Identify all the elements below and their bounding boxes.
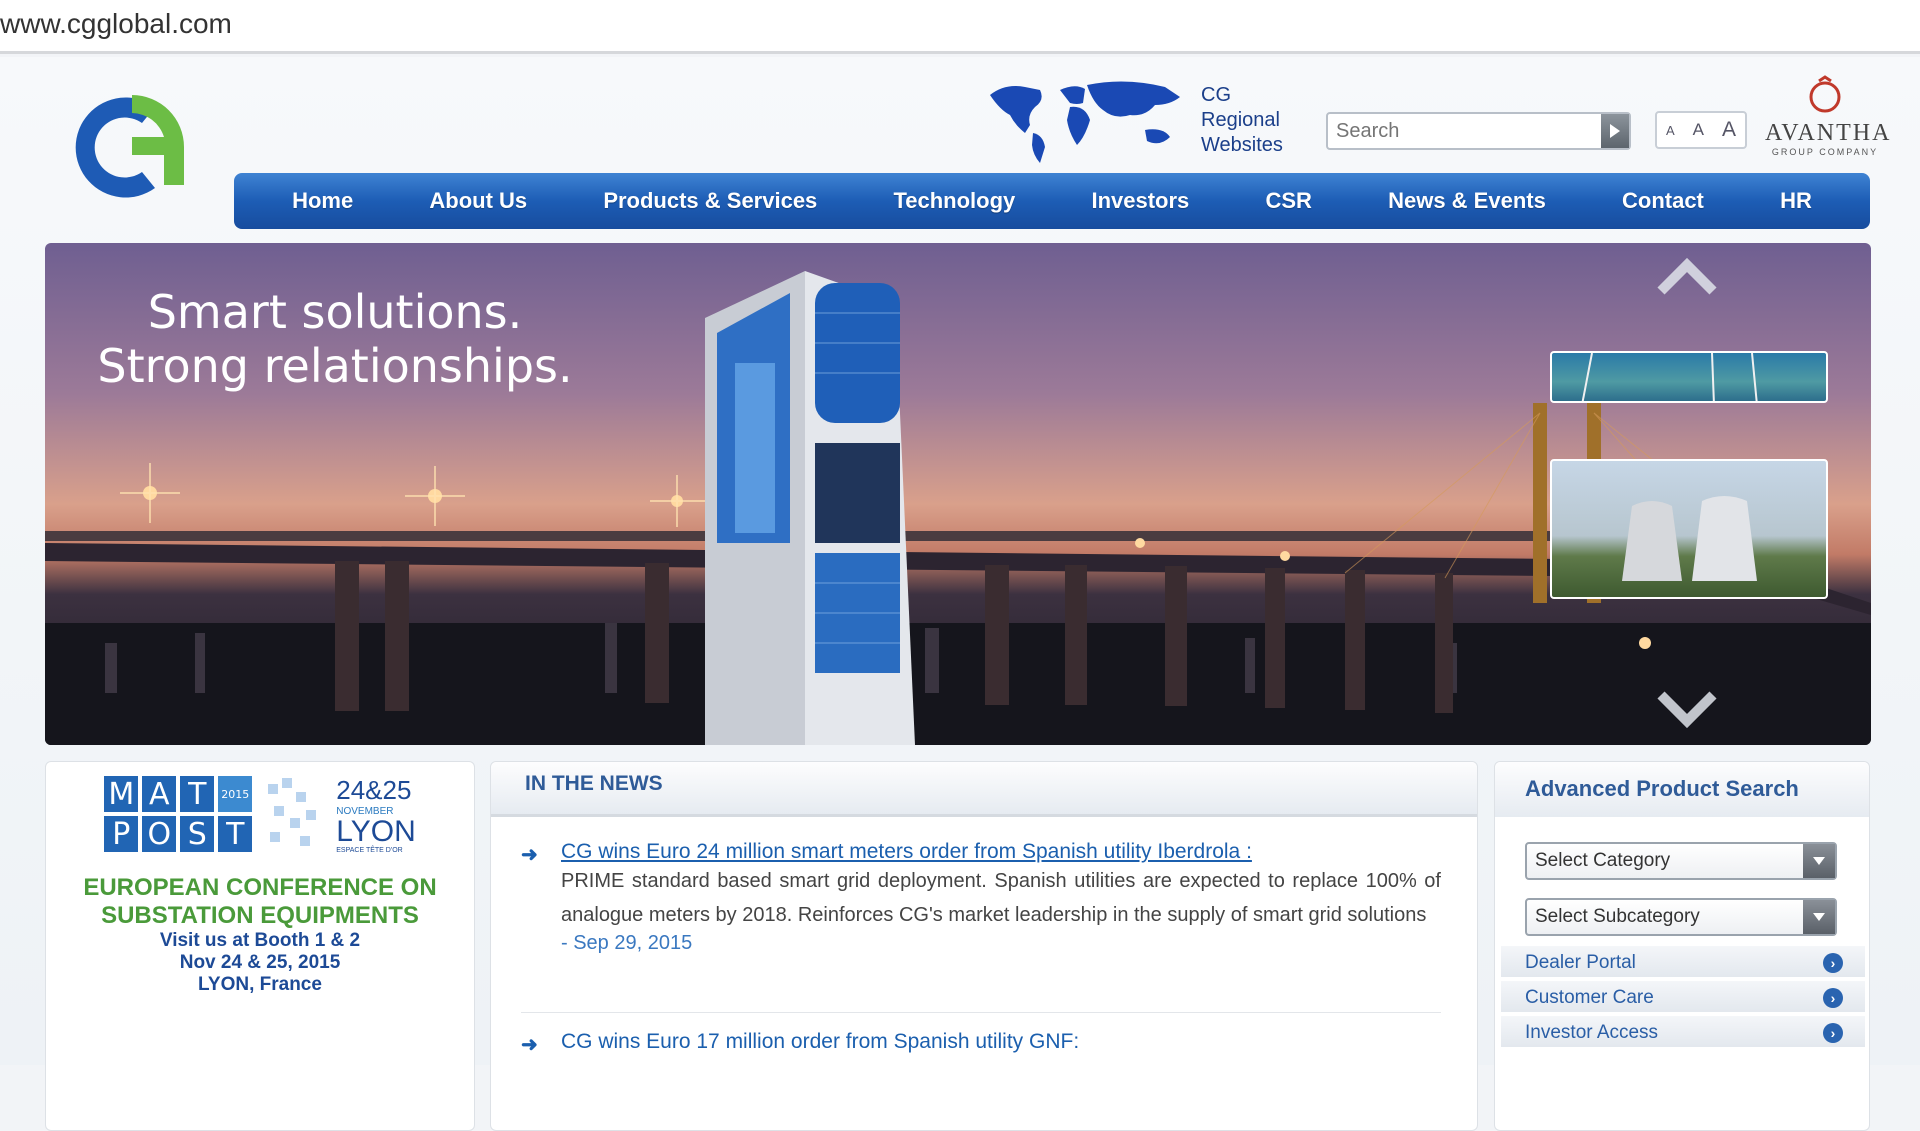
nav-contact[interactable]: Contact <box>1622 188 1704 214</box>
play-arrow-icon <box>1610 124 1620 138</box>
search-submit-button[interactable] <box>1601 114 1629 148</box>
event-booth: Visit us at Booth 1 & 2 <box>159 930 361 951</box>
browser-address-bar[interactable]: www.cgglobal.com <box>0 0 1920 54</box>
subcategory-select-value: Select Subcategory <box>1535 906 1700 927</box>
nav-news-events[interactable]: News & Events <box>1388 188 1546 214</box>
event-venue: ESPACE TÊTE D'OR <box>336 846 403 854</box>
matpost-logo: M A T 2015 P O S T 24&25 NOVEMBER LYON E… <box>46 774 474 854</box>
event-city: LYON <box>336 814 416 848</box>
news-item: ➜ CG wins Euro 17 million order from Spa… <box>521 1030 1441 1056</box>
event-location: LYON, France <box>198 974 322 995</box>
mat-letter: T <box>180 776 215 812</box>
font-large-button[interactable]: A <box>1722 118 1736 142</box>
event-title-2: SUBSTATION EQUIPMENTS <box>101 902 419 929</box>
nav-hr[interactable]: HR <box>1780 188 1812 214</box>
nav-home[interactable]: Home <box>292 188 353 214</box>
post-letter: O <box>142 816 177 852</box>
link-label: Dealer Portal <box>1525 952 1636 973</box>
mat-letter: A <box>142 776 177 812</box>
post-letter: T <box>218 816 253 852</box>
chevron-down-icon <box>1803 844 1835 878</box>
news-panel: IN THE NEWS ➜ CG wins Euro 24 million sm… <box>490 761 1478 1131</box>
regional-websites[interactable]: CG Regional Websites <box>985 75 1283 165</box>
event-dates: 24&25 <box>336 774 412 805</box>
search-input[interactable] <box>1328 114 1601 148</box>
circle-arrow-icon: › <box>1823 953 1843 973</box>
hero-banner: Smart solutions. Strong relationships. <box>45 243 1871 745</box>
carousel-thumbnail-power-plant[interactable] <box>1550 459 1828 599</box>
post-letter: P <box>104 816 139 852</box>
news-item: ➜ CG wins Euro 24 million smart meters o… <box>521 840 1441 955</box>
event-title-1: EUROPEAN CONFERENCE ON <box>83 874 437 901</box>
news-item-body: PRIME standard based smart grid deployme… <box>561 870 1441 926</box>
arrow-right-icon: ➜ <box>521 844 538 866</box>
circle-arrow-icon: › <box>1823 1023 1843 1043</box>
font-size-controls: A A A <box>1655 111 1747 149</box>
news-item-title-link[interactable]: CG wins Euro 24 million smart meters ord… <box>561 840 1441 864</box>
news-item-date: - Sep 29, 2015 <box>561 932 693 954</box>
event-promo-box[interactable]: M A T 2015 P O S T 24&25 NOVEMBER LYON E… <box>45 761 475 1131</box>
main-nav: Home About Us Products & Services Techno… <box>234 173 1870 229</box>
wind-farm-thumbnail-image <box>1581 353 1758 401</box>
news-item-title-link[interactable]: CG wins Euro 17 million order from Spani… <box>561 1030 1441 1054</box>
font-small-button[interactable]: A <box>1666 123 1675 138</box>
link-label: Customer Care <box>1525 987 1654 1008</box>
event-date-line: Nov 24 & 25, 2015 <box>179 952 341 973</box>
avantha-logo[interactable]: AVANTHA GROUP COMPANY <box>1765 75 1892 157</box>
avantha-name: AVANTHA <box>1765 120 1892 146</box>
cg-logo[interactable] <box>70 85 195 210</box>
nav-technology[interactable]: Technology <box>893 188 1015 214</box>
investor-access-link[interactable]: Investor Access › <box>1501 1016 1865 1049</box>
dealer-portal-link[interactable]: Dealer Portal › <box>1501 946 1865 979</box>
page: CG Regional Websites A A A AVANTHA GROUP… <box>0 57 1920 1131</box>
url-text: www.cgglobal.com <box>0 8 232 39</box>
cooling-towers-thumbnail-image <box>1622 496 1757 581</box>
carousel-down-arrow-icon[interactable] <box>1655 691 1719 731</box>
search-box <box>1326 112 1631 150</box>
hero-tagline-2: Strong relationships. <box>97 339 573 393</box>
mat-letter: M <box>104 776 139 812</box>
regional-line: Websites <box>1201 133 1283 156</box>
mat-year: 2015 <box>218 776 253 812</box>
nav-investors[interactable]: Investors <box>1091 188 1189 214</box>
customer-care-link[interactable]: Customer Care › <box>1501 981 1865 1014</box>
regional-line: Regional <box>1201 108 1280 131</box>
font-medium-button[interactable]: A <box>1693 120 1704 140</box>
category-select-value: Select Category <box>1535 850 1671 871</box>
hero-tagline-1: Smart solutions. <box>147 285 523 339</box>
news-heading: IN THE NEWS <box>491 762 1477 817</box>
subcategory-select[interactable]: Select Subcategory <box>1525 898 1837 936</box>
avantha-subtitle: GROUP COMPANY <box>1771 147 1879 157</box>
advanced-search-heading: Advanced Product Search <box>1495 762 1869 817</box>
circle-arrow-icon: › <box>1823 988 1843 1008</box>
world-map-icon <box>990 81 1180 163</box>
nav-about-us[interactable]: About Us <box>429 188 527 214</box>
arrow-right-icon: ➜ <box>521 1034 538 1056</box>
nav-csr[interactable]: CSR <box>1265 188 1311 214</box>
category-select[interactable]: Select Category <box>1525 842 1837 880</box>
post-letter: S <box>180 816 215 852</box>
link-label: Investor Access <box>1525 1022 1659 1043</box>
advanced-search-panel: Advanced Product Search Select Category … <box>1494 761 1870 1131</box>
carousel-up-arrow-icon[interactable] <box>1655 255 1719 295</box>
dot-grid-decoration <box>268 778 317 846</box>
avantha-emblem-icon <box>1809 75 1841 113</box>
carousel-thumbnail-wind[interactable] <box>1550 351 1828 403</box>
news-divider <box>521 1012 1441 1013</box>
chevron-down-icon <box>1803 900 1835 934</box>
nav-products-services[interactable]: Products & Services <box>603 188 817 214</box>
regional-line: CG <box>1201 83 1231 106</box>
